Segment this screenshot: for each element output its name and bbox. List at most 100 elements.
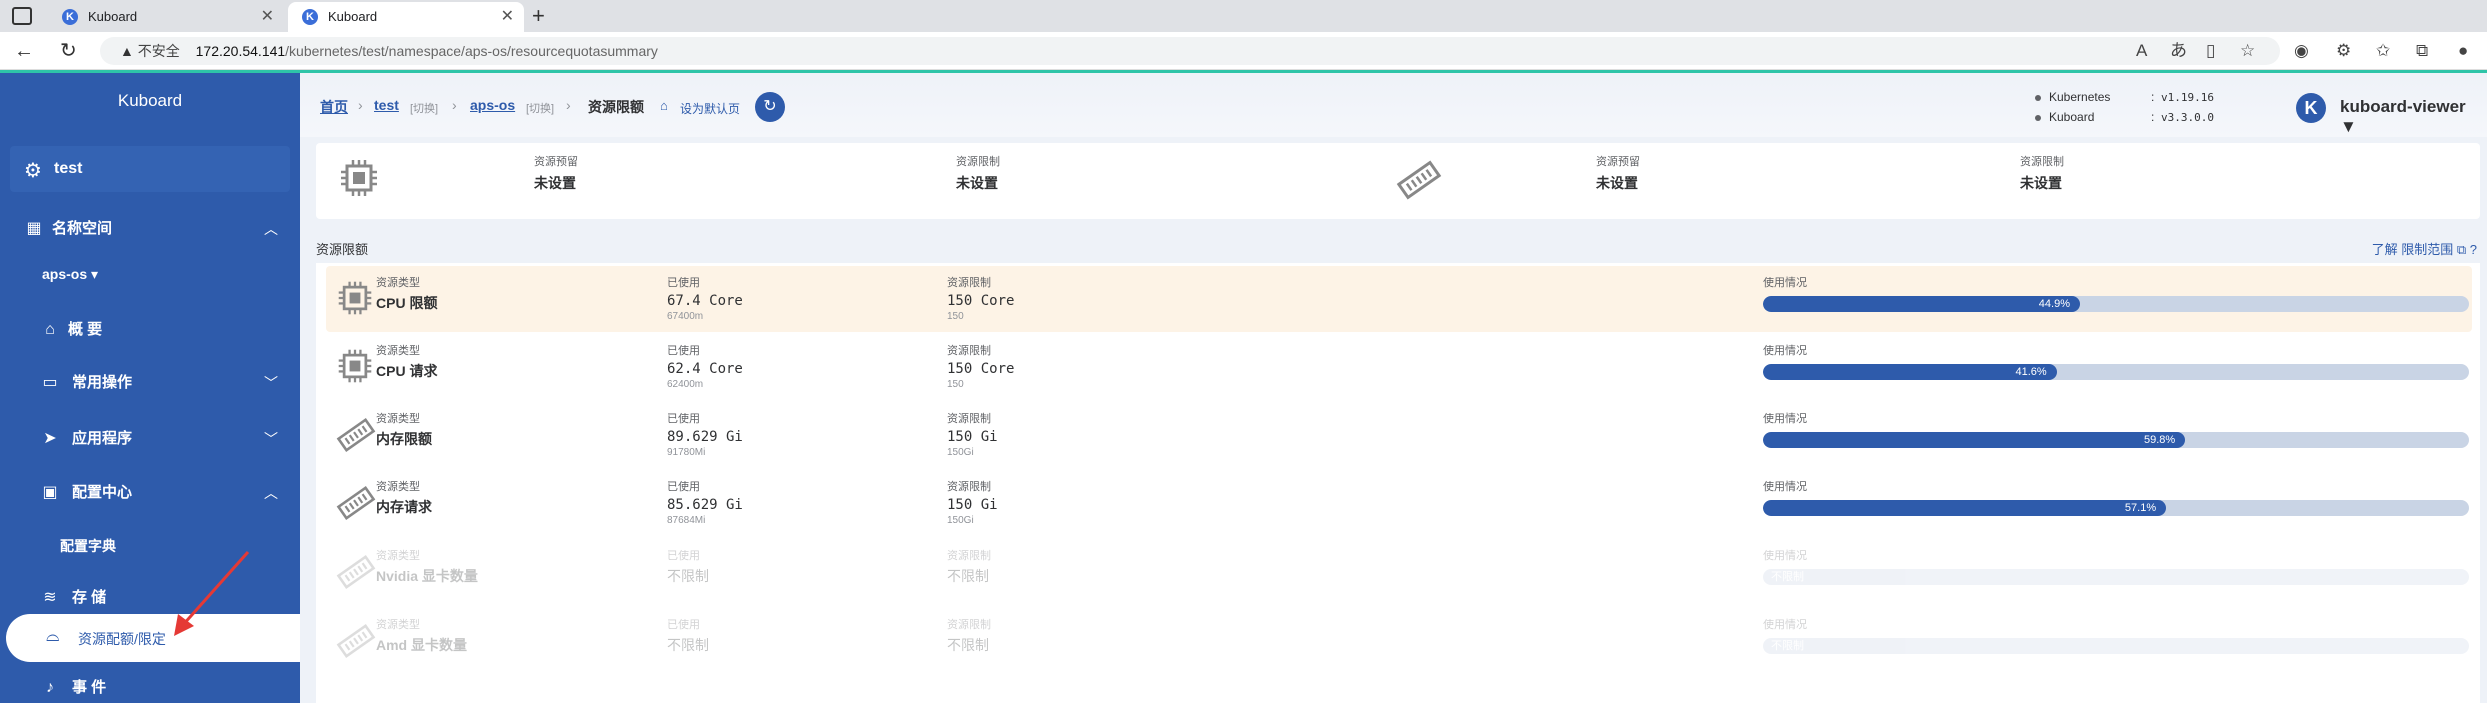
close-tab-icon[interactable]: ✕ <box>501 2 514 32</box>
cpu-icon <box>336 279 374 322</box>
refresh-button[interactable]: ↻ <box>755 92 785 122</box>
limit-value: 150 Core <box>947 361 1015 377</box>
sidebar-item-overview[interactable]: ⌂ 概 要 <box>0 315 300 345</box>
caret-down-icon: ▾ <box>91 266 99 282</box>
used-label: 已使用 <box>667 345 700 357</box>
browser-tab-2[interactable]: K Kuboard ✕ <box>288 2 524 32</box>
new-tab-icon[interactable]: + <box>532 2 545 30</box>
read-aloud-icon[interactable]: A <box>2136 41 2147 61</box>
url-host: 172.20.54.141 <box>195 43 286 59</box>
browser-tab-1[interactable]: K Kuboard ✕ <box>48 2 284 32</box>
breadcrumb-separator-icon: › <box>452 97 457 113</box>
resource-name: 内存请求 <box>376 499 432 515</box>
kuboard-label: Kuboard <box>2049 110 2095 124</box>
cpu-limit-label: 资源限制 <box>956 156 1000 168</box>
used-value: 62.4 Core <box>667 361 743 377</box>
cluster-selector[interactable]: ⚙ test <box>10 146 290 192</box>
url-field[interactable]: ▲ 不安全 172.20.54.141/kubernetes/test/name… <box>100 37 2280 65</box>
close-tab-icon[interactable]: ✕ <box>261 2 274 32</box>
sidebar-item-common-ops[interactable]: ▭ 常用操作 ﹀ <box>0 368 300 398</box>
breadcrumb-separator-icon: › <box>358 97 363 113</box>
breadcrumb: 首页 › test [切换] › aps-os [切换] › 资源限额 ⌂ 设为… <box>300 73 2487 137</box>
breadcrumb-current: 资源限额 <box>588 99 644 115</box>
limit-raw-value: 150 <box>947 311 964 322</box>
breadcrumb-cluster[interactable]: test <box>374 97 399 113</box>
used-raw-value: 91780Mi <box>667 447 706 458</box>
usage-progress-bar: 57.1% <box>1763 500 2469 516</box>
back-icon[interactable]: ← <box>14 40 34 62</box>
used-raw-value: 87684Mi <box>667 515 706 526</box>
cluster-name: test <box>54 160 83 177</box>
limit-value: 150 Gi <box>947 497 998 513</box>
sidebar-item-label: 资源配额/限定 <box>78 631 166 647</box>
switch-cluster-link[interactable]: [切换] <box>410 100 438 116</box>
grid-icon: ▦ <box>26 220 42 237</box>
table-row: 资源类型 内存限额 已使用 89.629 Gi 91780Mi 资源限制 150 Gi 150… <box>326 402 2472 468</box>
usage-progress-bar: 59.8% <box>1763 432 2469 448</box>
translate-icon[interactable]: あ <box>2170 41 2187 61</box>
sidebar-item-namespace[interactable]: ▦ 名称空间 ︿ <box>0 214 300 244</box>
usage-progress-fill: 57.1% <box>1763 500 2167 516</box>
default-limits-card: 资源预留 未设置 资源限制 未设置 资源预留 未设置 资源限制 未设置 <box>316 143 2480 219</box>
usage-label: 使用情况 <box>1763 619 1807 631</box>
profile-icon[interactable]: ● <box>2458 41 2468 61</box>
warning-icon[interactable]: ▲ <box>120 43 134 59</box>
breadcrumb-namespace[interactable]: aps-os <box>470 97 515 113</box>
limit-value: 不限制 <box>947 568 989 584</box>
used-value: 67.4 Core <box>667 293 743 309</box>
paper-plane-icon: ➤ <box>43 430 57 447</box>
used-raw-value: 67400m <box>667 311 704 322</box>
cpu-limit-value: 未设置 <box>956 175 998 191</box>
sidebar-item-label: 配置字典 <box>60 538 116 554</box>
insecure-label[interactable]: 不安全 <box>138 43 180 59</box>
reader-view-icon[interactable]: ▯ <box>2206 41 2215 61</box>
usage-progress-bar: 41.6% <box>1763 364 2469 380</box>
avatar[interactable]: K <box>2296 93 2326 123</box>
namespace-switcher[interactable]: aps-os ▾ <box>42 266 98 283</box>
browser-tab-strip: K Kuboard ✕ K Kuboard ✕ + <box>0 0 2487 32</box>
resource-type-label: 资源类型 <box>376 550 420 562</box>
table-row: 资源类型 Amd 显卡数量 已使用 不限制 资源限制 不限制 使用情况 不限制 <box>326 608 2472 674</box>
url-path: /kubernetes/test/namespace/aps-os/resour… <box>285 43 658 59</box>
usage-progress-text: 不限制 <box>1771 571 1804 583</box>
used-value: 85.629 Gi <box>667 497 743 513</box>
breadcrumb-home[interactable]: 首页 <box>320 97 348 117</box>
record-icon[interactable]: ◉ <box>2294 41 2309 61</box>
sidebar-item-apps[interactable]: ➤ 应用程序 ﹀ <box>0 424 300 454</box>
reload-icon[interactable]: ↻ <box>60 40 77 62</box>
brand-title[interactable]: Kuboard <box>0 91 300 111</box>
collections-icon[interactable]: ⧉ <box>2416 41 2428 61</box>
breadcrumb-separator-icon: › <box>566 97 571 113</box>
resource-type-label: 资源类型 <box>376 619 420 631</box>
used-label: 已使用 <box>667 413 700 425</box>
used-value: 不限制 <box>667 637 709 653</box>
table-row: 资源类型 CPU 请求 已使用 62.4 Core 62400m 资源限制 150 Core… <box>326 334 2472 400</box>
switch-namespace-link[interactable]: [切换] <box>526 100 554 116</box>
usage-progress-text: 不限制 <box>1771 640 1804 652</box>
limit-label: 资源限制 <box>947 550 991 562</box>
sidebar-item-label: 应用程序 <box>72 430 133 447</box>
box-icon: ▣ <box>42 484 58 501</box>
usage-label: 使用情况 <box>1763 345 1807 357</box>
table-row: 资源类型 CPU 限额 已使用 67.4 Core 67400m 资源限制 150 Core… <box>326 266 2472 332</box>
database-icon: ≋ <box>43 589 57 606</box>
quota-section-title: 资源限额 <box>316 242 369 257</box>
user-menu[interactable]: kuboard-viewer ▼ <box>2340 97 2487 137</box>
tab-actions-icon[interactable] <box>12 7 32 25</box>
usage-progress-fill: 41.6% <box>1763 364 2057 380</box>
mem-request-value: 未设置 <box>1596 175 1638 191</box>
chevron-up-icon: ︿ <box>264 485 278 501</box>
extensions-icon[interactable]: ⚙ <box>2336 41 2351 61</box>
sidebar-item-label: 概 要 <box>68 321 103 338</box>
limit-raw-value: 150 <box>947 379 964 390</box>
learn-limit-range-link[interactable]: 了解 限制范围 ⧉ ? <box>2372 239 2477 258</box>
sidebar-item-events[interactable]: ♪ 事 件 <box>0 673 300 703</box>
memory-icon <box>1396 160 1442 200</box>
cpu-icon <box>341 160 377 196</box>
sidebar-item-config-center[interactable]: ▣ 配置中心 ︿ <box>0 478 300 508</box>
favorite-star-icon[interactable]: ☆ <box>2240 41 2255 61</box>
usage-label: 使用情况 <box>1763 481 1807 493</box>
favorites-icon[interactable]: ✩ <box>2376 41 2390 61</box>
set-default-link[interactable]: 设为默认页 <box>680 100 740 117</box>
kuboard-favicon-icon: K <box>302 9 318 25</box>
